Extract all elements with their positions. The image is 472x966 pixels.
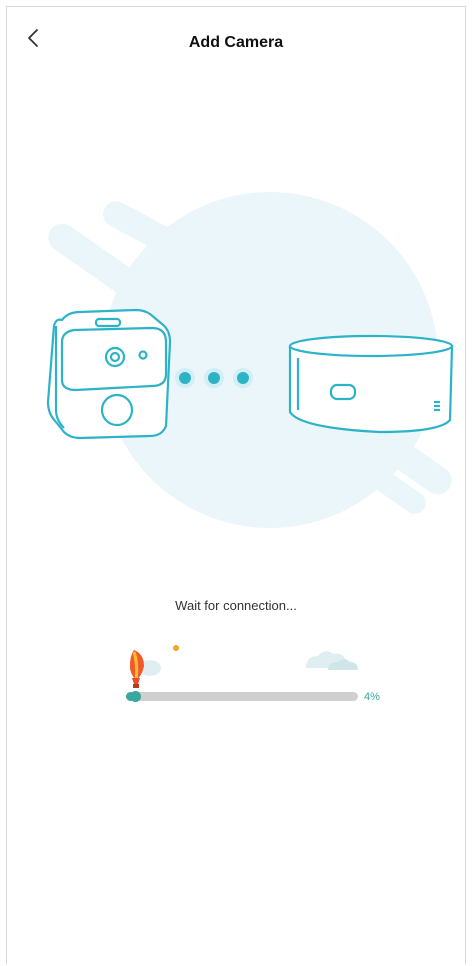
progress-decoration — [130, 645, 358, 688]
hot-air-balloon-icon — [130, 650, 161, 688]
progress-section: 4% — [110, 640, 400, 720]
connection-dots — [175, 368, 253, 388]
progress-knob — [130, 691, 142, 702]
connection-status: Wait for connection... — [175, 598, 297, 613]
sparkle-dot — [173, 645, 179, 651]
pairing-illustration — [46, 192, 454, 528]
page-title: Add Camera — [188, 34, 284, 51]
camera-icon — [46, 308, 172, 440]
progress-bar — [126, 691, 358, 702]
progress-percent: 4% — [364, 691, 380, 703]
base-station-icon — [288, 334, 454, 434]
cloud-icon — [306, 651, 358, 670]
